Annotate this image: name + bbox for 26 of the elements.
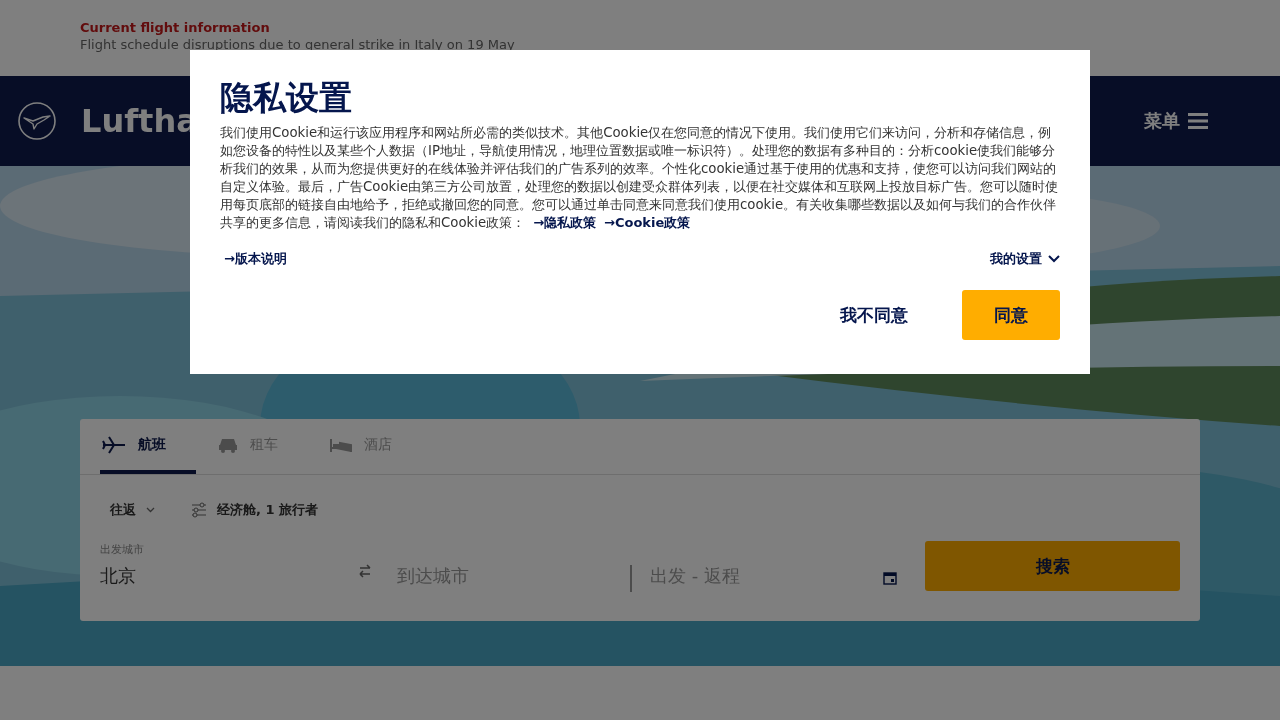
trip-type-dropdown[interactable]: 往返 <box>110 501 155 519</box>
menu-icon <box>1188 113 1208 129</box>
swap-icon[interactable] <box>358 562 372 580</box>
car-icon <box>218 436 238 453</box>
plane-icon <box>102 435 126 454</box>
origin-field[interactable]: 北京 <box>100 565 333 592</box>
notice-text: Flight schedule disruptions due to general strike in Italy on 19 May <box>80 36 516 54</box>
policy-link[interactable]: →Cookie政策 <box>604 215 691 230</box>
policy-link[interactable]: →隐私政策 <box>533 215 597 230</box>
settings-toggle[interactable]: 我的设置 <box>990 250 1060 268</box>
logo-icon[interactable] <box>17 101 57 141</box>
search-button[interactable]: 搜索 <box>925 541 1180 591</box>
decline-button[interactable]: 我不同意 <box>834 290 914 340</box>
chevron-down-icon <box>146 507 155 513</box>
menu-button[interactable]: 菜单 <box>1144 109 1208 133</box>
agree-button[interactable]: 同意 <box>962 290 1060 340</box>
bed-icon <box>330 436 352 453</box>
calendar-icon <box>883 571 897 585</box>
passengers-button[interactable]: 经济舱, 1 旅行者 <box>191 501 319 519</box>
sliders-icon <box>191 502 207 518</box>
dialog-body: 我们使用Cookie和运行该应用程序和网站所必需的类似技术。其他Cookie仅在您同意的情况下使用。我们使用它们来访问，分析和存储信息，例如您设备的特性以及某些个人数据（IP地址，导航使用情况，地理位置数据或唯一标识符）。处理您的数据有多种目的：分析cookie使我们能够分析我们的效果，从而为您提供更好的在线体验并评估我们的广告系列的效率。个性化cookie通过基于使用的优惠和支持，使您可以访问我们网站的自定义体验。最后，广告Cookie由第三方公司放置，处理您的数据以创建受众群体列表，以便在社交媒体和互联网上投放目标广告。您可以随时使用每页底部的链接自由地给予，拒绝或撤回您的同意。您可以通过单击同意来同意我们使用cookie。有关收集哪些数据以及如何与我们的合作伙伴共享的更多信息，请阅读我们的隐私和Cookie政策： →隐私政策 →Cookie政策 <box>220 124 1060 232</box>
chevron-icon <box>1048 255 1060 263</box>
booking-tab[interactable]: 航班 <box>100 419 196 474</box>
notice-title[interactable]: Current flight information <box>80 20 1200 36</box>
dialog-title: 隐私设置 <box>220 78 353 118</box>
release-notes-link[interactable]: →版本说明 <box>224 250 287 268</box>
